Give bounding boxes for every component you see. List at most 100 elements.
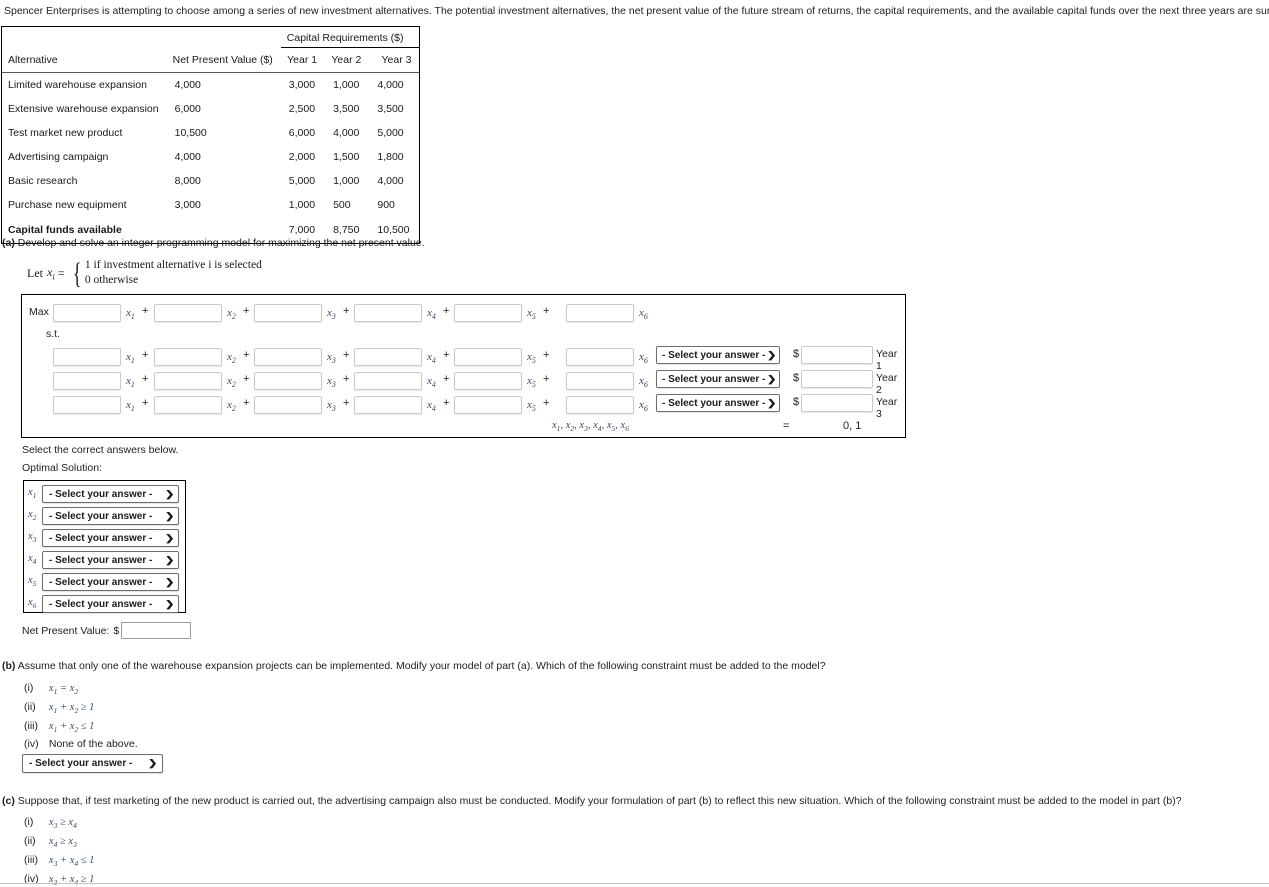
- subject-to-label: s.t.: [46, 328, 61, 340]
- part-b-answer-value: - Select your answer -: [29, 758, 133, 769]
- constraint1-operator-value: - Select your answer -: [662, 349, 766, 361]
- part-c-question: (c) Suppose that, if test marketing of t…: [2, 795, 1182, 807]
- optimal-solution-x4-select[interactable]: - Select your answer - ❯: [42, 551, 179, 569]
- constraint3-operator-select[interactable]: - Select your answer - ❯: [656, 394, 780, 412]
- table-row: Purchase new equipment 3,000 1,000 500 9…: [2, 193, 419, 217]
- let-variable: xi: [47, 264, 55, 282]
- constraint1-coefficient-x4-input[interactable]: [354, 348, 422, 366]
- constraint1-coefficient-x2-input[interactable]: [154, 348, 222, 366]
- constraint1-dollar-sign: $: [793, 348, 800, 360]
- objective-coefficient-x6-input[interactable]: [566, 304, 634, 322]
- part-b-choice-iv-text: None of the above.: [48, 738, 138, 750]
- binary-var-x4: x4: [593, 420, 602, 434]
- constraint2-coefficient-x4-input[interactable]: [354, 372, 422, 390]
- part-a-question: (a) Develop and solve an integer program…: [2, 237, 425, 249]
- part-c-choice-i-mark: (i): [24, 816, 34, 828]
- cell-year3: 900: [377, 199, 395, 211]
- constraint3-rhs-input[interactable]: [801, 394, 873, 412]
- objective-coefficient-x5-input[interactable]: [454, 304, 522, 322]
- constraint3-var-x5-label: x5: [527, 399, 536, 414]
- constraint2-var-x6-label: x6: [639, 375, 648, 390]
- constraint2-operator-select[interactable]: - Select your answer - ❯: [656, 370, 780, 388]
- cell-year1: 6,000: [288, 127, 316, 139]
- part-b-choice-iii-mark: (iii): [24, 720, 38, 732]
- cell-alternative: Purchase new equipment: [8, 199, 127, 211]
- variable-definition: Let xi = { 1 if investment alternative i…: [27, 258, 262, 288]
- optimal-solution-x1-select[interactable]: - Select your answer - ❯: [42, 485, 179, 503]
- cell-year3: 4,000: [377, 175, 404, 187]
- objective-coefficient-x4-input[interactable]: [354, 304, 422, 322]
- optimal-solution-row-x1: x1 - Select your answer - ❯: [28, 485, 179, 503]
- part-c-choice-ii-mark: (ii): [24, 835, 36, 847]
- cell-alternative: Test market new product: [8, 127, 123, 139]
- optimal-solution-x2-select[interactable]: - Select your answer - ❯: [42, 507, 179, 525]
- constraint2-rhs-input[interactable]: [801, 370, 873, 388]
- column-header-year1: Year 1: [280, 47, 326, 73]
- constraint2-plus-3: +: [343, 373, 350, 385]
- constraint1-coefficient-x5-input[interactable]: [454, 348, 522, 366]
- chevron-down-icon: ❯: [148, 758, 158, 768]
- optimal-solution-x3-select[interactable]: - Select your answer - ❯: [42, 529, 179, 547]
- binary-var-x6: x6: [620, 420, 629, 434]
- cell-year1: 5,000: [288, 175, 316, 187]
- table-row: Extensive warehouse expansion 6,000 2,50…: [2, 97, 419, 121]
- cell-year1: 2,500: [288, 103, 316, 115]
- part-b-choice-ii-text: x1 + x2 ≥ 1: [48, 702, 95, 716]
- constraint1-coefficient-x3-input[interactable]: [254, 348, 322, 366]
- part-b-choice-iii: (iii) x1 + x2 ≤ 1: [24, 720, 94, 734]
- cell-year3: 1,800: [377, 151, 404, 163]
- cell-npv: 6,000: [174, 103, 201, 115]
- constraint3-coefficient-x4-input[interactable]: [354, 396, 422, 414]
- constraint2-operator-value: - Select your answer -: [662, 373, 766, 385]
- constraint1-coefficient-x1-input[interactable]: [53, 348, 121, 366]
- constraint3-coefficient-x3-input[interactable]: [254, 396, 322, 414]
- part-b-choice-i-text: x1 = x2: [48, 683, 79, 697]
- optimal-solution-x5-select[interactable]: - Select your answer - ❯: [42, 573, 179, 591]
- table-row: Test market new product 10,500 6,000 4,0…: [2, 121, 419, 145]
- objective-plus-4: +: [443, 305, 450, 317]
- constraint3-coefficient-x5-input[interactable]: [454, 396, 522, 414]
- column-header-npv: Net Present Value ($): [166, 47, 281, 73]
- part-a-question-text: Develop and solve an integer programming…: [17, 237, 425, 249]
- optimal-var-x5-label: x5: [28, 575, 37, 589]
- constraint2-var-x3-label: x3: [327, 375, 336, 390]
- table-column-header-row: Alternative Net Present Value ($) Year 1…: [2, 47, 420, 73]
- objective-plus-1: +: [142, 305, 149, 317]
- case-brace-icon: {: [72, 256, 82, 290]
- cell-npv: 4,000: [174, 151, 201, 163]
- constraint3-coefficient-x6-input[interactable]: [566, 396, 634, 414]
- part-b-answer-select[interactable]: - Select your answer - ❯: [22, 754, 163, 773]
- constraint2-var-x2-label: x2: [227, 375, 236, 390]
- part-c-choice-iii-mark: (iii): [24, 854, 38, 866]
- constraint3-coefficient-x2-input[interactable]: [154, 396, 222, 414]
- constraint2-coefficient-x6-input[interactable]: [566, 372, 634, 390]
- optimal-solution-box: x1 - Select your answer - ❯ x2 - Select …: [23, 480, 186, 613]
- constraint1-operator-select[interactable]: - Select your answer - ❯: [656, 346, 780, 364]
- part-c-choice-ii-text: x4 ≥ x3: [48, 836, 77, 850]
- group-header-spacer-npv: [167, 27, 281, 48]
- constraint1-rhs-input[interactable]: [801, 346, 873, 364]
- cell-year1: 3,000: [288, 79, 316, 91]
- constraint2-coefficient-x5-input[interactable]: [454, 372, 522, 390]
- objective-coefficient-x3-input[interactable]: [254, 304, 322, 322]
- constraint3-var-x4-label: x4: [427, 399, 436, 414]
- objective-coefficient-x1-input[interactable]: [53, 304, 121, 322]
- optimal-solution-x6-select[interactable]: - Select your answer - ❯: [42, 595, 179, 613]
- constraint3-year-label: Year 3: [876, 396, 898, 420]
- intro-paragraph: Spencer Enterprises is attempting to cho…: [4, 5, 1269, 17]
- constraint1-coefficient-x6-input[interactable]: [566, 348, 634, 366]
- constraint2-var-x4-label: x4: [427, 375, 436, 390]
- constraint2-coefficient-x1-input[interactable]: [53, 372, 121, 390]
- constraint3-plus-1: +: [142, 397, 149, 409]
- cell-year1: 2,000: [288, 151, 316, 163]
- net-present-value-input[interactable]: [121, 622, 192, 639]
- objective-var-x1-label: x1: [126, 307, 135, 322]
- constraint3-coefficient-x1-input[interactable]: [53, 396, 121, 414]
- constraint2-coefficient-x2-input[interactable]: [154, 372, 222, 390]
- cell-year2: 3,500: [333, 103, 360, 115]
- optimal-solution-x4-value: - Select your answer -: [49, 554, 153, 566]
- constraint2-coefficient-x3-input[interactable]: [254, 372, 322, 390]
- part-b-question: (b) Assume that only one of the warehous…: [2, 660, 826, 672]
- table-row: Advertising campaign 4,000 2,000 1,500 1…: [2, 145, 419, 169]
- objective-coefficient-x2-input[interactable]: [154, 304, 222, 322]
